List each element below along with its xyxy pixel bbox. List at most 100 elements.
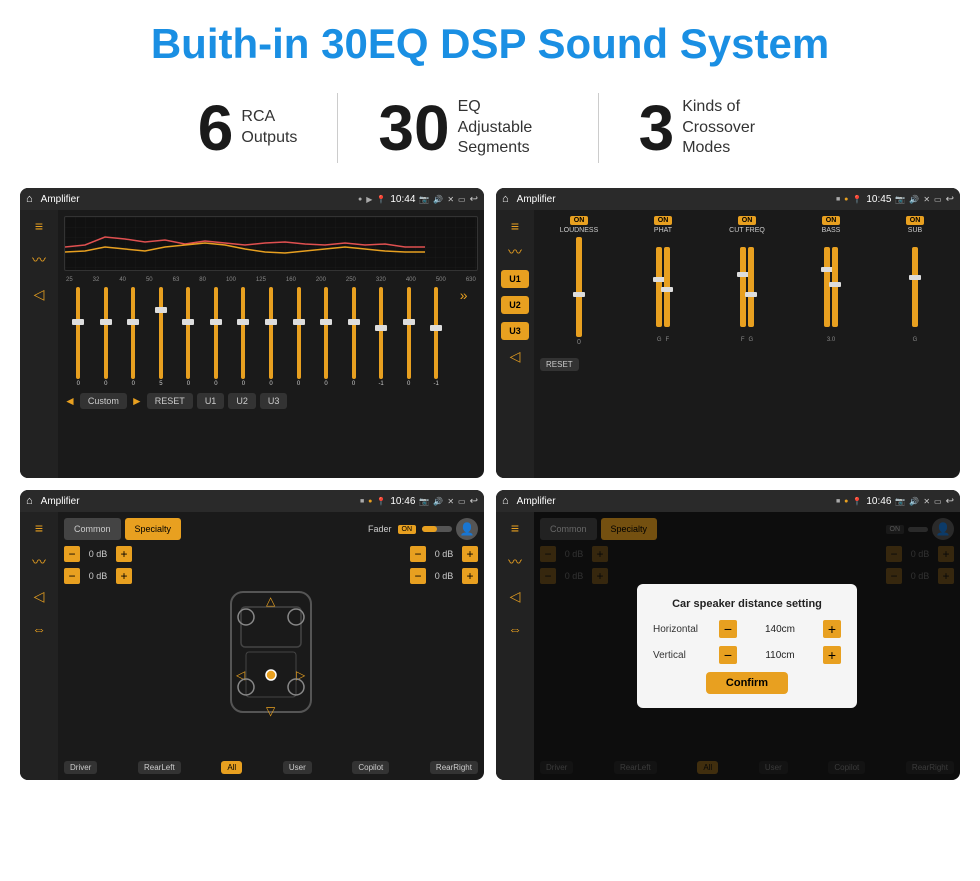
dot-icon-4: ■	[836, 498, 840, 505]
slider-val-8: 0	[297, 381, 300, 387]
arrows-icon-4[interactable]: ⇔	[508, 621, 522, 637]
minimize-icon-3[interactable]: ▭	[458, 497, 466, 506]
slider-sub[interactable]	[876, 237, 954, 337]
rear-right-btn[interactable]: RearRight	[430, 761, 478, 774]
db-plus-0[interactable]: +	[116, 546, 132, 562]
copilot-btn[interactable]: Copilot	[352, 761, 389, 774]
u1-btn[interactable]: U1	[197, 393, 225, 409]
fader-track[interactable]	[422, 526, 452, 532]
home-icon-2[interactable]: ⌂	[502, 193, 509, 205]
close-icon-2[interactable]: ✕	[923, 195, 930, 204]
back-icon-3[interactable]: ↩	[470, 496, 478, 507]
eq-icon-3[interactable]: ≡	[35, 520, 43, 536]
db-plus-3[interactable]: +	[462, 568, 478, 584]
wave-icon-4[interactable]: 〰	[508, 552, 522, 572]
vertical-minus[interactable]: −	[719, 646, 737, 664]
db-minus-1[interactable]: −	[64, 568, 80, 584]
on-badge-sub[interactable]: ON	[906, 216, 925, 225]
slider-col-13[interactable]: -1	[424, 287, 449, 387]
slider-col-6[interactable]: 0	[231, 287, 256, 387]
home-icon-4[interactable]: ⌂	[502, 495, 509, 507]
prev-arrow[interactable]: ◄	[64, 394, 76, 408]
screen3-sidebar: ≡ 〰 ◁ ⇔	[20, 512, 58, 780]
fader-on-badge[interactable]: ON	[398, 525, 417, 534]
slider-cutfreq[interactable]	[708, 237, 786, 337]
u3-sidebar[interactable]: U3	[501, 322, 529, 340]
on-badge-bass[interactable]: ON	[822, 216, 841, 225]
db-plus-2[interactable]: +	[462, 546, 478, 562]
slider-bass[interactable]	[792, 237, 870, 337]
screens-grid: ⌂ Amplifier ● ▶ 📍 10:44 📷 🔊 ✕ ▭ ↩ ≡ 〰 ◁	[0, 183, 980, 790]
u2-btn[interactable]: U2	[228, 393, 256, 409]
db-minus-3[interactable]: −	[410, 568, 426, 584]
db-minus-2[interactable]: −	[410, 546, 426, 562]
slider-col-0[interactable]: 0	[66, 287, 91, 387]
tab-common[interactable]: Common	[64, 518, 121, 540]
slider-col-8[interactable]: 0	[286, 287, 311, 387]
slider-val-0: 0	[77, 381, 80, 387]
user-btn[interactable]: User	[283, 761, 312, 774]
on-badge-loudness[interactable]: ON	[570, 216, 589, 225]
wave-icon-3[interactable]: 〰	[32, 552, 46, 572]
slider-phat[interactable]	[624, 237, 702, 337]
db-minus-0[interactable]: −	[64, 546, 80, 562]
on-badge-cutfreq[interactable]: ON	[738, 216, 757, 225]
wave-icon-2[interactable]: 〰	[508, 242, 522, 262]
eq-curve	[65, 217, 477, 270]
horizontal-plus[interactable]: +	[823, 620, 841, 638]
minimize-icon[interactable]: ▭	[458, 195, 466, 204]
minimize-icon-2[interactable]: ▭	[934, 195, 942, 204]
wave-icon[interactable]: 〰	[32, 250, 46, 270]
vertical-plus[interactable]: +	[823, 646, 841, 664]
u3-btn[interactable]: U3	[260, 393, 288, 409]
minimize-icon-4[interactable]: ▭	[934, 497, 942, 506]
custom-btn[interactable]: Custom	[80, 393, 127, 409]
back-icon-4[interactable]: ↩	[946, 496, 954, 507]
slider-col-10[interactable]: 0	[341, 287, 366, 387]
slider-col-4[interactable]: 0	[176, 287, 201, 387]
u1-sidebar[interactable]: U1	[501, 270, 529, 288]
horizontal-minus[interactable]: −	[719, 620, 737, 638]
profile-icon[interactable]: 👤	[456, 518, 478, 540]
speaker-icon-4[interactable]: ◁	[510, 588, 521, 605]
home-icon[interactable]: ⌂	[26, 193, 33, 205]
tab-specialty[interactable]: Specialty	[125, 518, 182, 540]
back-icon[interactable]: ↩	[470, 194, 478, 205]
slider-col-2[interactable]: 0	[121, 287, 146, 387]
speaker-icon-2[interactable]: ◁	[510, 348, 521, 365]
reset-btn[interactable]: RESET	[147, 393, 193, 409]
on-badge-phat[interactable]: ON	[654, 216, 673, 225]
eq-icon-4[interactable]: ≡	[511, 520, 519, 536]
location-icon: 📍	[376, 195, 386, 204]
u2-sidebar[interactable]: U2	[501, 296, 529, 314]
slider-col-11[interactable]: -1	[369, 287, 394, 387]
play-icon: ▶	[366, 195, 372, 204]
db-plus-1[interactable]: +	[116, 568, 132, 584]
slider-col-extra[interactable]: »	[451, 287, 476, 387]
close-icon-3[interactable]: ✕	[447, 497, 454, 506]
all-btn[interactable]: All	[221, 761, 242, 774]
speaker-icon-3[interactable]: ◁	[34, 588, 45, 605]
arrows-icon-3[interactable]: ⇔	[32, 621, 46, 637]
eq-icon-2[interactable]: ≡	[511, 218, 519, 234]
slider-col-7[interactable]: 0	[259, 287, 284, 387]
close-icon[interactable]: ✕	[447, 195, 454, 204]
slider-loudness[interactable]	[540, 237, 618, 337]
home-icon-3[interactable]: ⌂	[26, 495, 33, 507]
rear-left-btn[interactable]: RearLeft	[138, 761, 181, 774]
slider-col-3[interactable]: 5	[149, 287, 174, 387]
slider-col-12[interactable]: 0	[396, 287, 421, 387]
slider-val-9: 0	[324, 381, 327, 387]
close-icon-4[interactable]: ✕	[923, 497, 930, 506]
next-arrow[interactable]: ►	[131, 394, 143, 408]
slider-col-9[interactable]: 0	[314, 287, 339, 387]
driver-btn[interactable]: Driver	[64, 761, 97, 774]
confirm-button[interactable]: Confirm	[706, 672, 788, 694]
slider-col-5[interactable]: 0	[204, 287, 229, 387]
eq-icon[interactable]: ≡	[35, 218, 43, 234]
speaker-icon[interactable]: ◁	[34, 286, 45, 303]
screen3-content: ≡ 〰 ◁ ⇔ Common Specialty Fader ON	[20, 512, 484, 780]
back-icon-2[interactable]: ↩	[946, 194, 954, 205]
slider-col-1[interactable]: 0	[94, 287, 119, 387]
crossover-reset[interactable]: RESET	[540, 358, 579, 371]
